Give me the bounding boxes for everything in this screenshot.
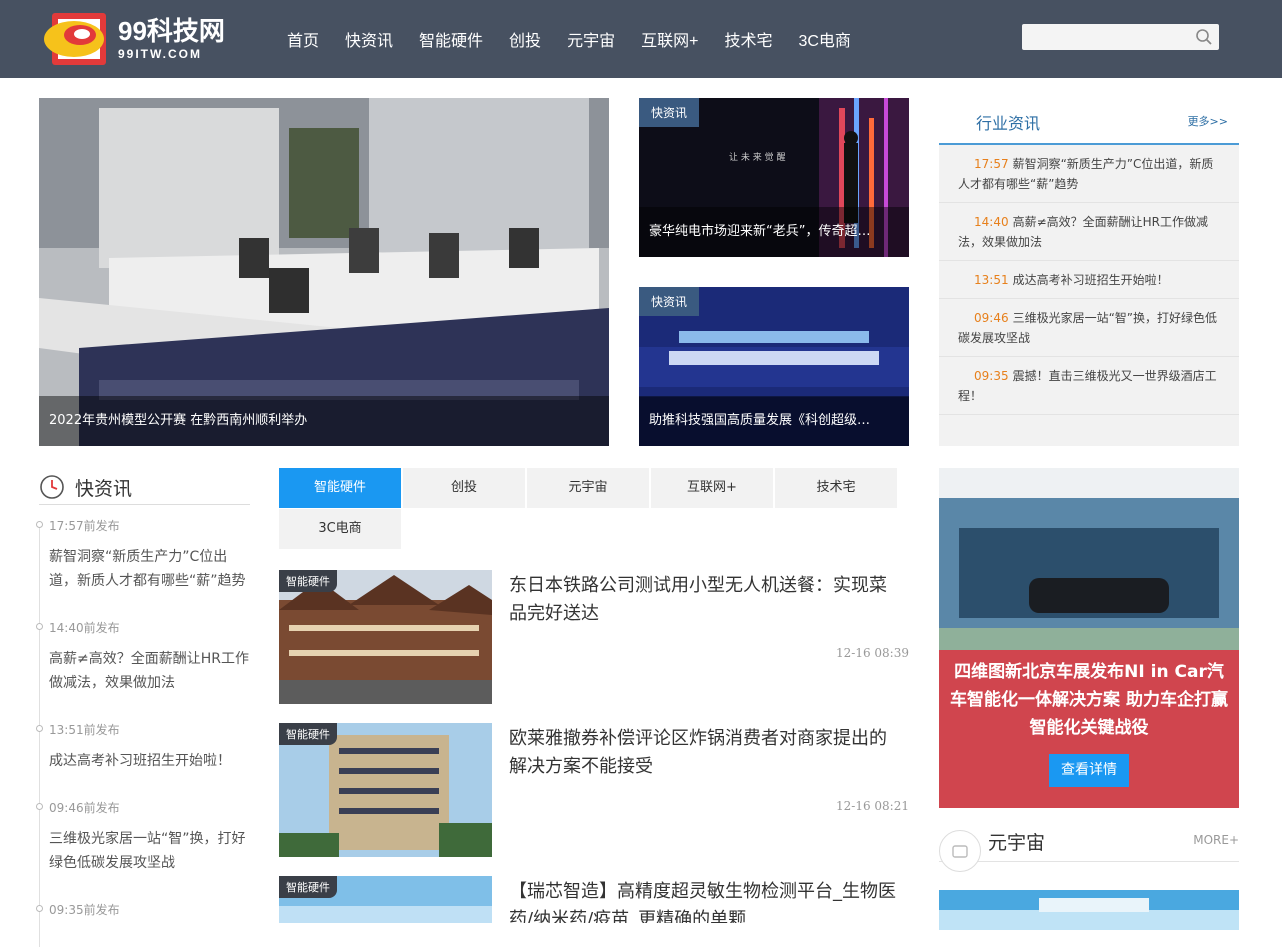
side-card-caption[interactable]: 助推科技强国高质量发展《科创超级… xyxy=(639,396,909,446)
article-item[interactable]: 智能硬件 欧莱雅撤券补偿评论区炸锅消费者对商家提出的解决方案不能接受 12-16… xyxy=(279,723,909,857)
tab-internet-plus[interactable]: 互联网+ xyxy=(651,468,773,508)
news-time: 17:57 xyxy=(974,157,1009,171)
logo-icon xyxy=(44,13,106,65)
industry-news-title: 行业资讯 xyxy=(976,114,1041,133)
article-thumbnail[interactable]: 智能硬件 xyxy=(279,570,492,704)
hero-image xyxy=(39,98,609,446)
side-card-1[interactable]: 让 未 来 觉 醒 快资讯 豪华纯电市场迎来新“老兵”，传奇超… xyxy=(639,98,909,257)
category-tag[interactable]: 智能硬件 xyxy=(279,876,337,898)
list-item[interactable]: 09:35 震撼！直击三维极光又一世界级酒店工程！ xyxy=(939,357,1239,415)
promo-banner[interactable]: 四维图新北京车展发布NI in Car汽车智能化一体解决方案 助力车企打赢智能化… xyxy=(939,468,1239,808)
news-time: 14:40 xyxy=(974,215,1009,229)
news-time: 09:35 xyxy=(974,369,1009,383)
timeline-dot xyxy=(36,623,43,630)
tab-3c-ecommerce[interactable]: 3C电商 xyxy=(279,509,401,549)
main-nav: 首页 快资讯 智能硬件 创投 元宇宙 互联网+ 技术宅 3C电商 xyxy=(274,0,864,78)
timeline-dot xyxy=(36,803,43,810)
nav-venture[interactable]: 创投 xyxy=(509,27,541,51)
tab-metaverse[interactable]: 元宇宙 xyxy=(527,468,649,508)
promo-image xyxy=(939,468,1239,650)
article-time: 12-16 08:39 xyxy=(836,646,909,660)
flash-text[interactable]: 成达高考补习班招生开始啦！ xyxy=(49,749,250,773)
metaverse-title: 元宇宙 xyxy=(988,832,1046,854)
metaverse-panel: 元宇宙 MORE+ xyxy=(939,826,1239,930)
industry-news-header: 行业资讯 更多>> xyxy=(939,98,1239,145)
article-thumbnail[interactable]: 智能硬件 xyxy=(279,723,492,857)
list-item[interactable]: 13:51 成达高考补习班招生开始啦！ xyxy=(939,261,1239,299)
list-item[interactable]: 14:40前发布 高薪≠高效？全面薪酬让HR工作做减法，效果做加法 xyxy=(36,617,250,695)
article-item[interactable]: 智能硬件 【瑞芯智造】高精度超灵敏生物检测平台_生物医药/纳米药/疫苗_更精确的… xyxy=(279,876,909,923)
nav-3c-ecommerce[interactable]: 3C电商 xyxy=(798,27,850,51)
view-details-button[interactable]: 查看详情 xyxy=(1049,754,1129,787)
hero-caption[interactable]: 2022年贵州模型公开赛 在黔西南州顺利举办 xyxy=(39,396,609,446)
timeline-line xyxy=(39,527,40,947)
flash-time: 14:40前发布 xyxy=(49,621,120,635)
industry-more-link[interactable]: 更多>> xyxy=(1188,113,1228,129)
flash-time: 09:46前发布 xyxy=(49,801,120,815)
metaverse-header: 元宇宙 MORE+ xyxy=(939,826,1239,872)
tab-tech-geek[interactable]: 技术宅 xyxy=(775,468,897,508)
article-title[interactable]: 东日本铁路公司测试用小型无人机送餐：实现菜品完好送达 xyxy=(509,572,901,628)
news-time: 09:46 xyxy=(974,311,1009,325)
flash-text[interactable]: 三维极光家居一站“智”换，打好绿色低碳发展攻坚战 xyxy=(49,827,250,875)
industry-news-panel: 行业资讯 更多>> 17:57 薪智洞察“新质生产力”C位出道，新质人才都有哪些“… xyxy=(939,98,1239,446)
flash-text[interactable]: 薪智洞察“新质生产力”C位出道，新质人才都有哪些“薪”趋势 xyxy=(49,545,250,593)
flash-time: 13:51前发布 xyxy=(49,723,120,737)
list-item[interactable]: 13:51前发布 成达高考补习班招生开始啦！ xyxy=(36,719,250,773)
flash-news-list: 17:57前发布 薪智洞察“新质生产力”C位出道，新质人才都有哪些“薪”趋势 1… xyxy=(36,515,250,947)
article-title[interactable]: 欧莱雅撤券补偿评论区炸锅消费者对商家提出的解决方案不能接受 xyxy=(509,725,901,781)
flash-text[interactable]: 高薪≠高效？全面薪酬让HR工作做减法，效果做加法 xyxy=(49,647,250,695)
industry-news-list: 17:57 薪智洞察“新质生产力”C位出道，新质人才都有哪些“薪”趋势 14:40… xyxy=(939,145,1239,415)
flash-time: 17:57前发布 xyxy=(49,519,120,533)
category-tag[interactable]: 智能硬件 xyxy=(279,723,337,745)
side-card-image-text: 让 未 来 觉 醒 xyxy=(729,151,785,163)
tab-venture[interactable]: 创投 xyxy=(403,468,525,508)
list-item[interactable]: 17:57 薪智洞察“新质生产力”C位出道，新质人才都有哪些“薪”趋势 xyxy=(939,145,1239,203)
article-item[interactable]: 智能硬件 东日本铁路公司测试用小型无人机送餐：实现菜品完好送达 12-16 08… xyxy=(279,570,909,704)
metaverse-more-link[interactable]: MORE+ xyxy=(1193,833,1239,847)
article-title[interactable]: 【瑞芯智造】高精度超灵敏生物检测平台_生物医药/纳米药/疫苗_更精确的单颗 xyxy=(509,878,901,923)
promo-title[interactable]: 四维图新北京车展发布NI in Car汽车智能化一体解决方案 助力车企打赢智能化… xyxy=(939,658,1239,742)
site-logo[interactable]: 99科技网 99ITW.COM xyxy=(42,11,242,67)
category-tag[interactable]: 智能硬件 xyxy=(279,570,337,592)
nav-internet-plus[interactable]: 互联网+ xyxy=(641,27,698,51)
nav-home[interactable]: 首页 xyxy=(287,27,319,51)
side-card-2[interactable]: 快资讯 助推科技强国高质量发展《科创超级… xyxy=(639,287,909,446)
flash-news-title: 快资讯 xyxy=(75,478,133,500)
list-item[interactable]: 09:46 三维极光家居一站“智”换，打好绿色低碳发展攻坚战 xyxy=(939,299,1239,357)
list-item[interactable]: 17:57前发布 薪智洞察“新质生产力”C位出道，新质人才都有哪些“薪”趋势 xyxy=(36,515,250,593)
logo-text: 99科技网 xyxy=(118,16,225,46)
flash-news-header: 快资讯 xyxy=(39,468,250,505)
site-header: 99科技网 99ITW.COM 首页 快资讯 智能硬件 创投 元宇宙 互联网+ … xyxy=(0,0,1282,78)
category-tag[interactable]: 快资讯 xyxy=(639,98,700,127)
search-input[interactable] xyxy=(1022,24,1192,50)
news-time: 13:51 xyxy=(974,273,1009,287)
metaverse-icon xyxy=(939,830,981,872)
timeline-dot xyxy=(36,725,43,732)
category-tag[interactable]: 快资讯 xyxy=(639,287,700,316)
list-item[interactable]: 09:46前发布 三维极光家居一站“智”换，打好绿色低碳发展攻坚战 xyxy=(36,797,250,875)
article-thumbnail[interactable]: 智能硬件 xyxy=(279,876,492,923)
timeline-dot xyxy=(36,905,43,912)
timeline-dot xyxy=(36,521,43,528)
article-time: 12-16 08:21 xyxy=(836,799,909,813)
logo-subtext: 99ITW.COM xyxy=(118,47,203,61)
hero-slide[interactable]: 2022年贵州模型公开赛 在黔西南州顺利举办 xyxy=(39,98,609,446)
flash-news-panel: 快资讯 17:57前发布 薪智洞察“新质生产力”C位出道，新质人才都有哪些“薪”… xyxy=(36,468,250,947)
search-box xyxy=(1022,24,1219,50)
metaverse-image[interactable] xyxy=(939,890,1239,930)
side-card-caption[interactable]: 豪华纯电市场迎来新“老兵”，传奇超… xyxy=(639,207,909,257)
news-title[interactable]: 成达高考补习班招生开始啦！ xyxy=(1013,273,1169,287)
nav-tech-geek[interactable]: 技术宅 xyxy=(724,27,772,51)
flash-time: 09:35前发布 xyxy=(49,903,120,917)
tab-smart-hardware[interactable]: 智能硬件 xyxy=(279,468,401,508)
nav-metaverse[interactable]: 元宇宙 xyxy=(567,27,615,51)
list-item[interactable]: 09:35前发布 xyxy=(36,899,250,921)
list-item[interactable]: 14:40 高薪≠高效？全面薪酬让HR工作做减法，效果做加法 xyxy=(939,203,1239,261)
search-icon[interactable] xyxy=(1195,28,1213,46)
nav-smart-hardware[interactable]: 智能硬件 xyxy=(419,27,483,51)
clock-icon xyxy=(40,475,64,499)
nav-flash-news[interactable]: 快资讯 xyxy=(345,27,393,51)
